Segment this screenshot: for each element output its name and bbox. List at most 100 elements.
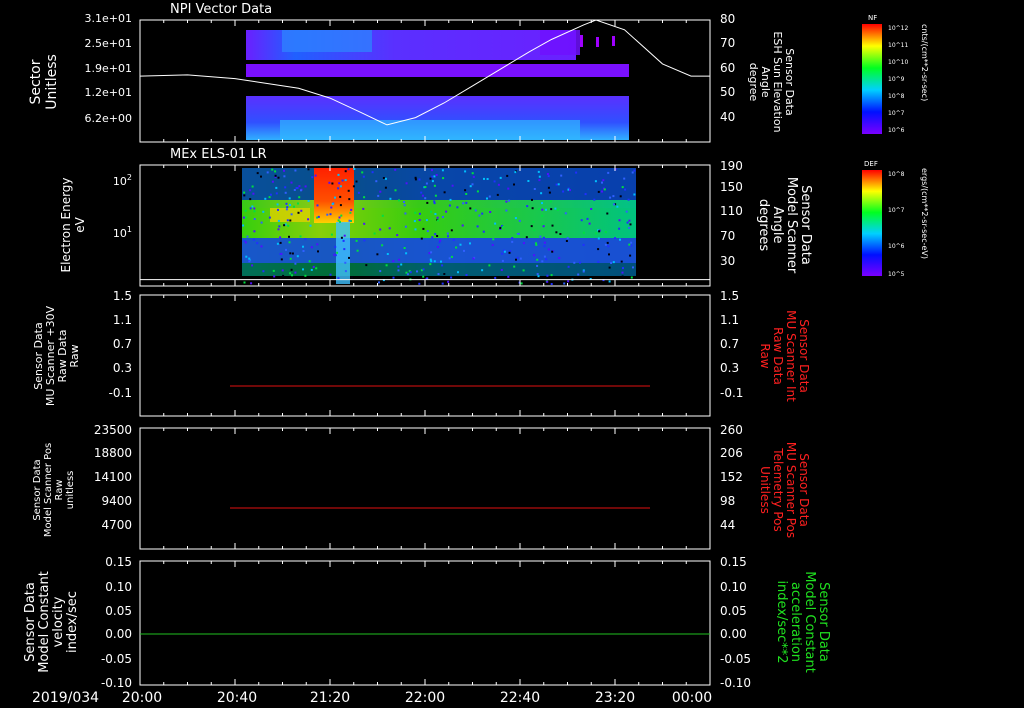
- els-noise-pixel: [471, 183, 474, 186]
- els-noise-pixel: [398, 258, 401, 261]
- els-noise-pixel: [543, 241, 546, 244]
- els-noise-pixel: [363, 196, 366, 199]
- els-noise-pixel: [294, 271, 297, 274]
- els-noise-pixel: [274, 174, 277, 177]
- els-noise-pixel: [584, 193, 587, 196]
- els-noise-pixel: [277, 176, 280, 179]
- els-noise-pixel: [304, 238, 307, 241]
- els-noise-pixel: [392, 260, 395, 263]
- els-noise-pixel: [377, 194, 380, 197]
- els-noise-pixel: [629, 223, 632, 226]
- panel-mu30v-left-label: Sensor Data MU Scanner +30V Raw Data Raw: [32, 305, 81, 406]
- panel-npi: NPI Vector Data 3.1e+01 2.5e+01 1.9e+01 …: [28, 2, 929, 143]
- els-noise-pixel: [543, 245, 546, 248]
- els-noise-pixel: [248, 257, 251, 260]
- els-noise-pixel: [249, 207, 252, 210]
- els-noise-pixel: [285, 202, 288, 205]
- els-noise-pixel: [447, 235, 449, 238]
- els-noise-pixel: [565, 240, 568, 242]
- els-noise-pixel: [278, 225, 281, 228]
- els-noise-pixel: [527, 180, 530, 182]
- els-noise-pixel: [569, 189, 571, 192]
- els-ylabel-right-2: Angle: [770, 207, 785, 244]
- els-noise-pixel: [382, 177, 385, 179]
- mu30v-ylabel-right-3: Raw: [758, 343, 772, 368]
- els-noise-pixel: [264, 197, 267, 200]
- els-noise-pixel: [333, 253, 336, 256]
- els-noise-pixel: [260, 175, 262, 178]
- npi-ytick-right-2: 60: [720, 61, 735, 75]
- els-noise-pixel: [251, 264, 254, 267]
- els-noise-pixel: [308, 260, 311, 263]
- els-noise-pixel: [513, 265, 516, 268]
- els-noise-pixel: [441, 264, 444, 267]
- els-noise-pixel: [606, 212, 609, 215]
- els-noise-pixel: [548, 191, 551, 194]
- els-noise-pixel: [597, 248, 600, 251]
- els-noise-pixel: [326, 213, 329, 216]
- els-noise-pixel: [378, 281, 380, 284]
- els-noise-pixel: [272, 269, 275, 272]
- npi-ylabel-right-3: degree: [747, 63, 760, 102]
- els-noise-pixel: [424, 186, 427, 188]
- els-noise-pixel: [580, 219, 583, 222]
- els-noise-pixel: [536, 264, 539, 267]
- els-noise-pixel: [307, 168, 310, 171]
- els-noise-pixel: [347, 168, 350, 171]
- els-noise-pixel: [429, 263, 432, 266]
- pos-ytick-left-0: 23500: [94, 423, 132, 437]
- pos-ytick-left-3: 9400: [101, 494, 132, 508]
- els-noise-pixel: [451, 184, 454, 187]
- pos-ytick-left-1: 18800: [94, 446, 132, 460]
- els-noise-pixel: [555, 183, 558, 186]
- els-noise-pixel: [502, 226, 504, 228]
- els-noise-pixel: [469, 185, 472, 188]
- els-noise-pixel: [555, 231, 558, 234]
- els-noise-pixel: [304, 274, 307, 277]
- npi-block-mid: [246, 64, 629, 77]
- els-noise-pixel: [531, 198, 533, 201]
- els-noise-pixel: [405, 252, 408, 255]
- els-noise-pixel: [618, 219, 621, 222]
- els-noise-pixel: [478, 214, 481, 217]
- els-noise-pixel: [271, 180, 274, 183]
- els-noise-pixel: [455, 246, 458, 249]
- els-noise-pixel: [604, 243, 607, 246]
- els-noise-pixel: [403, 201, 405, 203]
- els-noise-pixel: [612, 195, 615, 198]
- els-noise-pixel: [283, 175, 286, 178]
- els-noise-pixel: [379, 228, 382, 231]
- els-noise-pixel: [302, 268, 304, 271]
- mu30v-ylabel-right-1: MU Scanner Int: [784, 310, 798, 402]
- els-noise-pixel: [497, 183, 500, 186]
- els-noise-pixel: [481, 212, 484, 215]
- els-noise-pixel: [430, 210, 432, 213]
- xtick-4: 22:40: [500, 690, 540, 706]
- npi-colorbar-tick-0: 10^12: [888, 25, 908, 32]
- els-noise-pixel: [597, 237, 600, 240]
- els-noise-pixel: [363, 222, 366, 225]
- els-noise-pixel: [339, 204, 342, 207]
- els-noise-pixel: [597, 260, 600, 263]
- els-noise-pixel: [491, 244, 494, 246]
- mu30v-ylabel-right-0: Sensor Data: [797, 319, 811, 393]
- npi-colorbar-units: cnts/(cm**2-sr-sec): [920, 24, 929, 101]
- els-noise-pixel: [400, 263, 403, 266]
- els-noise-pixel: [616, 205, 619, 208]
- els-noise-pixel: [271, 168, 274, 171]
- els-noise-pixel: [298, 196, 301, 199]
- els-ylabel-left-1: eV: [73, 216, 87, 232]
- els-noise-pixel: [329, 213, 332, 216]
- els-noise-pixel: [243, 281, 246, 284]
- const-ylabel-left-3: index/sec: [65, 591, 80, 653]
- els-noise-pixel: [426, 230, 429, 233]
- npi-ytick-left-3: 1.2e+01: [85, 86, 132, 99]
- panel-pos-right-ticks: 260 206 152 98 44: [720, 423, 743, 532]
- els-noise-pixel: [448, 257, 451, 260]
- els-noise-pixel: [434, 194, 437, 197]
- els-noise-pixel: [386, 253, 389, 255]
- els-noise-pixel: [430, 251, 433, 254]
- els-noise-pixel: [619, 238, 621, 241]
- els-noise-pixel: [289, 272, 292, 275]
- els-noise-pixel: [268, 216, 271, 219]
